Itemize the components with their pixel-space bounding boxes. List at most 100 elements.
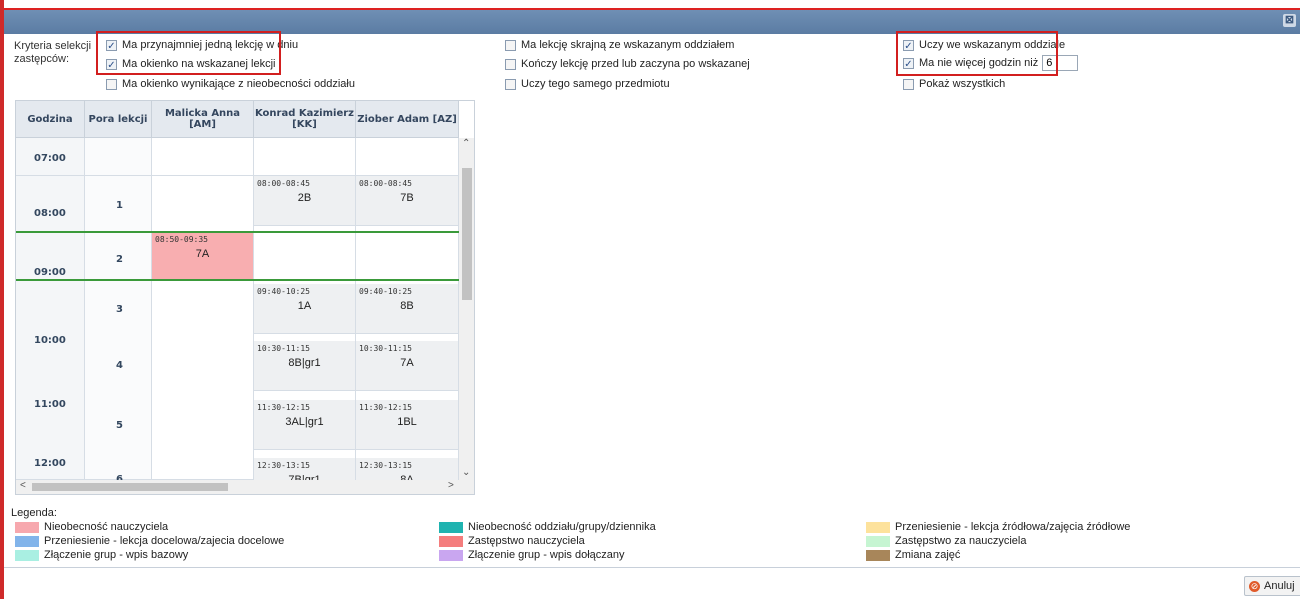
- lesson-entry[interactable]: 11:30-12:15 3AL|gr1: [254, 400, 356, 450]
- lesson-entry[interactable]: 08:00-08:45 7B: [356, 176, 459, 226]
- hour-label: 12:00: [34, 458, 66, 469]
- checkbox-free-from-absence[interactable]: ✓ Ma okienko wynikające z nieobecności o…: [106, 76, 355, 92]
- scroll-down-icon[interactable]: ⌄: [462, 467, 470, 478]
- checkbox-icon[interactable]: ✓: [505, 78, 516, 90]
- entry-class: 8B|gr1: [288, 357, 321, 369]
- lesson-number: 5: [116, 420, 123, 431]
- schedule-grid: Godzina Pora lekcji Malicka Anna [AM] Ko…: [15, 100, 475, 495]
- selected-lesson-top-line: [16, 231, 459, 233]
- hour-label: 09:00: [34, 267, 66, 278]
- legend-label: Złączenie grup - wpis bazowy: [44, 549, 189, 561]
- scroll-left-icon[interactable]: <: [20, 480, 26, 491]
- close-icon[interactable]: ⊠: [1283, 14, 1296, 27]
- scroll-thumb[interactable]: [32, 483, 228, 491]
- grid-body: 07:00 08:00 09:00 10:00 11:00 12:00 1 2 …: [16, 138, 459, 480]
- entry-class: 3AL|gr1: [285, 416, 324, 428]
- hour-label: 08:00: [34, 208, 66, 219]
- header-teacher-kk: Konrad Kazimierz [KK]: [254, 101, 356, 137]
- lesson-entry[interactable]: 11:30-12:15 1BL: [356, 400, 459, 450]
- header-hour: Godzina: [16, 101, 85, 137]
- legend-swatch: [866, 535, 890, 547]
- highlight-box: [96, 31, 281, 75]
- hour-label: 11:00: [34, 399, 66, 410]
- entry-time: 11:30-12:15: [359, 403, 412, 412]
- checkbox-label: Ma lekcję skrajną ze wskazanym oddziałem: [521, 39, 735, 51]
- cancel-icon: ⊘: [1249, 580, 1260, 592]
- entry-time: 09:40-10:25: [257, 287, 310, 296]
- legend-item: Złączenie grup - wpis dołączany: [439, 549, 625, 561]
- legend-item: Nieobecność nauczyciela: [15, 521, 168, 533]
- window-frame: [0, 0, 4, 599]
- footer-divider: [4, 567, 1300, 568]
- checkbox-icon[interactable]: ✓: [903, 78, 914, 90]
- legend-swatch: [15, 549, 39, 561]
- lesson-entry[interactable]: 10:30-11:15 7A: [356, 341, 459, 391]
- legend-item: Zastępstwo za nauczyciela: [866, 535, 1026, 547]
- legend-swatch: [866, 521, 890, 533]
- checkbox-icon[interactable]: ✓: [505, 39, 516, 51]
- checkbox-show-all[interactable]: ✓ Pokaż wszystkich: [903, 76, 1005, 92]
- checkbox-label: Kończy lekcję przed lub zaczyna po wskaz…: [521, 58, 750, 70]
- legend-swatch: [439, 535, 463, 547]
- hour-label: 10:00: [34, 335, 66, 346]
- lesson-number: 4: [116, 360, 123, 371]
- lesson-entry[interactable]: 08:50-09:35 7A: [152, 232, 254, 280]
- entry-time: 08:00-08:45: [359, 179, 412, 188]
- entry-class: 1A: [297, 300, 312, 312]
- entry-time: 10:30-11:15: [257, 344, 310, 353]
- entry-class: 8B: [400, 300, 414, 312]
- cancel-button[interactable]: ⊘ Anuluj: [1244, 576, 1300, 596]
- entry-time: 09:40-10:25: [359, 287, 412, 296]
- legend-label: Zastępstwo za nauczyciela: [895, 535, 1027, 547]
- entry-class: 7A: [195, 248, 210, 260]
- legend-label: Przeniesienie - lekcja źródłowa/zajęcia …: [895, 521, 1131, 533]
- lesson-entry[interactable]: 10:30-11:15 8B|gr1: [254, 341, 356, 391]
- scroll-right-icon[interactable]: >: [448, 480, 454, 491]
- lesson-entry[interactable]: 09:40-10:25 8B: [356, 284, 459, 334]
- legend-item: Zastępstwo nauczyciela: [439, 535, 585, 547]
- lesson-number: 3: [116, 304, 123, 315]
- checkbox-label: Pokaż wszystkich: [919, 78, 1006, 90]
- header-lesson: Pora lekcji: [85, 101, 152, 137]
- lesson-entry[interactable]: 12:30-13:15 7B|gr1: [254, 458, 356, 480]
- checkbox-same-subject[interactable]: ✓ Uczy tego samego przedmiotu: [505, 76, 670, 92]
- selected-lesson-bottom-line: [16, 279, 459, 281]
- entry-class: 7B: [400, 192, 414, 204]
- lesson-entry[interactable]: 08:00-08:45 2B: [254, 176, 356, 226]
- scroll-thumb[interactable]: [462, 168, 472, 300]
- entry-class: 1BL: [397, 416, 417, 428]
- legend-swatch: [439, 521, 463, 533]
- lesson-entry[interactable]: 09:40-10:25 1A: [254, 284, 356, 334]
- legend-item: Złączenie grup - wpis bazowy: [15, 549, 188, 561]
- lesson-entry[interactable]: 12:30-13:15 8A: [356, 458, 459, 480]
- cancel-label: Anuluj: [1264, 580, 1295, 592]
- entry-class: 2B: [297, 192, 312, 204]
- checkbox-icon[interactable]: ✓: [505, 58, 516, 70]
- legend-title: Legenda:: [11, 507, 57, 519]
- scroll-up-icon[interactable]: ⌃: [462, 138, 470, 149]
- highlight-box: [896, 31, 1058, 76]
- entry-class: 7A: [400, 357, 414, 369]
- entry-time: 08:00-08:45: [257, 179, 310, 188]
- entry-time: 10:30-11:15: [359, 344, 412, 353]
- checkbox-label: Uczy tego samego przedmiotu: [521, 78, 670, 90]
- checkbox-edge-lesson[interactable]: ✓ Ma lekcję skrajną ze wskazanym oddział…: [505, 37, 734, 53]
- checkbox-ends-before[interactable]: ✓ Kończy lekcję przed lub zaczyna po wsk…: [505, 56, 750, 72]
- horizontal-scrollbar[interactable]: < >: [16, 480, 474, 494]
- checkbox-icon[interactable]: ✓: [106, 78, 117, 90]
- legend-swatch: [866, 549, 890, 561]
- vertical-scrollbar[interactable]: ⌃ ⌄: [459, 138, 474, 480]
- checkbox-label: Ma okienko wynikające z nieobecności odd…: [122, 78, 355, 90]
- legend-label: Nieobecność nauczyciela: [44, 521, 169, 533]
- legend-label: Przeniesienie - lekcja docelowa/zajecia …: [44, 535, 285, 547]
- entry-time: 12:30-13:15: [257, 461, 310, 470]
- legend-label: Nieobecność oddziału/grupy/dziennika: [468, 521, 656, 533]
- entry-time: 11:30-12:15: [257, 403, 310, 412]
- lesson-number: 2: [116, 254, 123, 265]
- entry-time: 08:50-09:35: [155, 235, 208, 244]
- legend-item: Nieobecność oddziału/grupy/dziennika: [439, 521, 656, 533]
- legend-label: Złączenie grup - wpis dołączany: [468, 549, 625, 561]
- lesson-number: 1: [116, 200, 123, 211]
- legend-label: Zastępstwo nauczyciela: [468, 535, 585, 547]
- header-teacher-am: Malicka Anna [AM]: [152, 101, 254, 137]
